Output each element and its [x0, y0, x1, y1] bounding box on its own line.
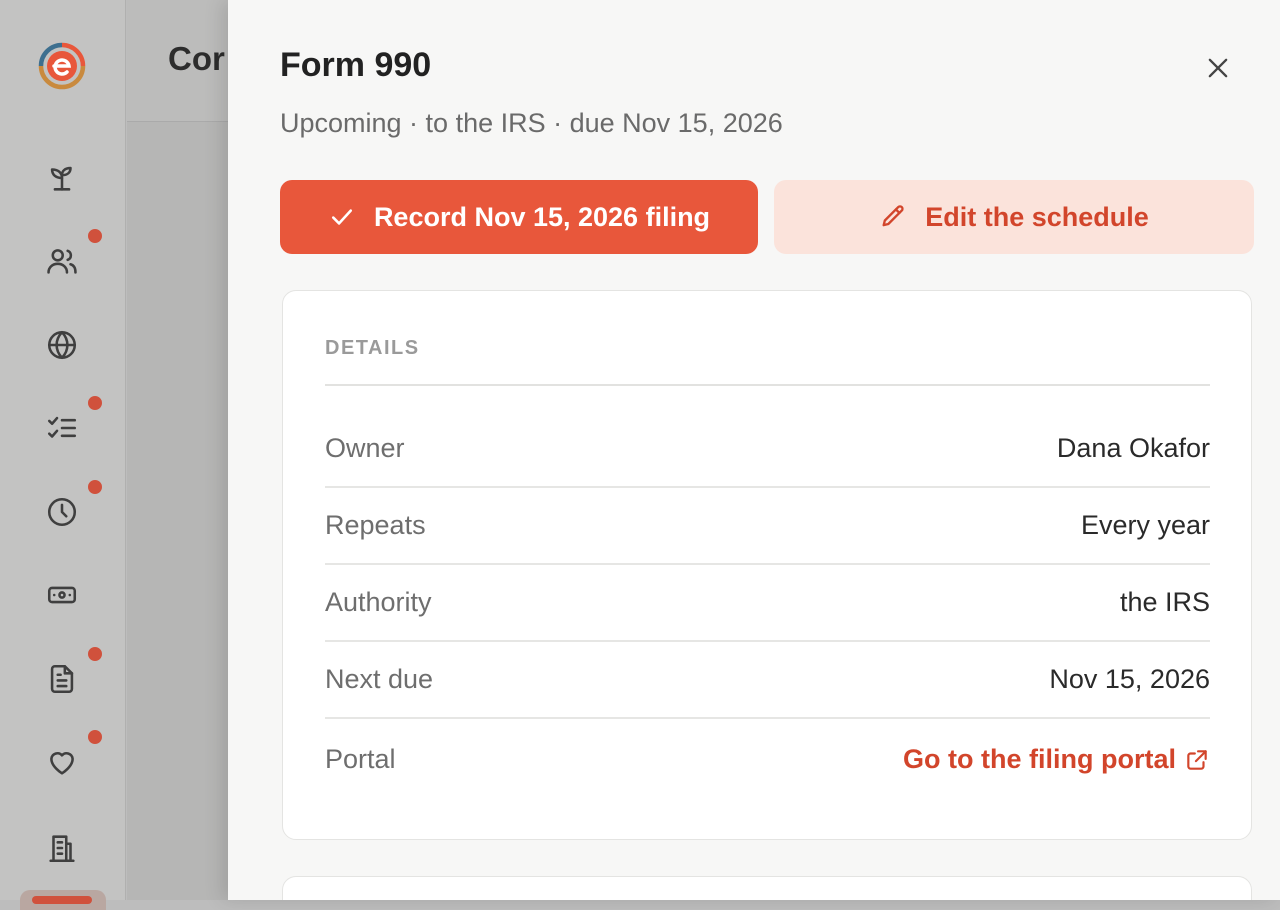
details-section-label: DETAILS — [325, 337, 420, 359]
detail-label: Authority — [325, 587, 432, 617]
clock-icon — [47, 497, 77, 527]
pencil-icon — [882, 205, 904, 227]
sprout-icon — [50, 166, 72, 191]
close-button[interactable] — [1200, 50, 1236, 86]
detail-drawer: Form 990 Upcoming · to the IRS · due Nov… — [228, 0, 1280, 900]
detail-row-owner: Owner Dana Okafor — [325, 411, 1210, 488]
detail-value: the IRS — [1119, 587, 1210, 617]
notification-badge — [86, 394, 104, 412]
detail-label: Repeats — [325, 510, 426, 540]
detail-value: Dana Okafor — [1056, 433, 1210, 463]
building-icon — [49, 835, 75, 863]
detail-value: Nov 15, 2026 — [1049, 664, 1210, 694]
globe-icon — [47, 330, 77, 360]
detail-row-next-due: Next due Nov 15, 2026 — [325, 642, 1210, 719]
heart-icon — [50, 752, 74, 775]
secondary-card — [282, 876, 1252, 900]
active-indicator — [32, 896, 92, 904]
detail-row-authority: Authority the IRS — [325, 565, 1210, 642]
drawer-title: Form 990 — [280, 46, 432, 84]
detail-label: Owner — [325, 433, 405, 463]
nav-item-checklist[interactable] — [40, 394, 104, 450]
record-filing-button[interactable]: Record Nov 15, 2026 filing — [280, 180, 758, 254]
detail-value: Every year — [1080, 510, 1210, 540]
details-card: DETAILS Owner Dana Okafor Repeats Every … — [282, 290, 1252, 840]
nav-item-heart[interactable] — [40, 728, 104, 784]
external-link-icon — [1187, 749, 1207, 770]
nav-item-clock[interactable] — [40, 478, 104, 534]
sidebar — [0, 0, 126, 910]
filing-portal-link[interactable]: Go to the filing portal — [903, 744, 1210, 775]
page-title: Cor — [168, 40, 225, 77]
drawer-subtitle: Upcoming · to the IRS · due Nov 15, 2026 — [280, 108, 783, 138]
edit-schedule-button[interactable]: Edit the schedule — [774, 180, 1254, 254]
banknote-icon — [47, 586, 77, 604]
notification-badge — [86, 227, 104, 245]
nav-item-globe[interactable] — [40, 323, 84, 367]
app-logo-icon[interactable] — [38, 42, 86, 90]
filing-portal-link-text: Go to the filing portal — [903, 744, 1176, 774]
detail-row-portal: Portal Go to the filing portal — [325, 721, 1210, 798]
record-filing-label: Record Nov 15, 2026 filing — [373, 201, 711, 232]
notification-badge — [86, 645, 104, 663]
nav-item-sprout[interactable] — [40, 156, 84, 200]
notification-badge — [86, 478, 104, 496]
close-icon — [1208, 58, 1228, 78]
nav-item-documents[interactable] — [40, 645, 104, 701]
nav-item-users[interactable] — [40, 227, 104, 283]
document-icon — [50, 664, 74, 694]
nav-item-building[interactable] — [40, 826, 84, 870]
check-icon — [331, 209, 352, 225]
detail-label: Portal — [325, 744, 396, 774]
checklist-icon — [47, 416, 77, 438]
detail-label: Next due — [325, 664, 434, 694]
notification-badge — [86, 728, 104, 746]
detail-row-repeats: Repeats Every year — [325, 488, 1210, 565]
section-divider — [325, 384, 1210, 386]
nav-item-banknote[interactable] — [40, 573, 84, 617]
users-icon — [47, 249, 77, 274]
edit-schedule-label: Edit the schedule — [925, 201, 1149, 232]
